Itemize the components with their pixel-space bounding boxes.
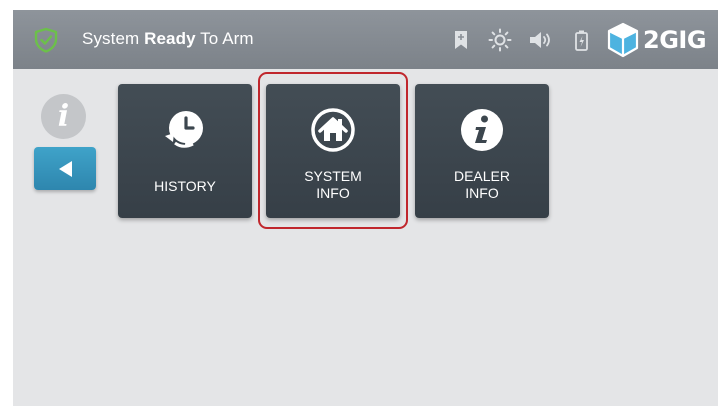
dealer-info-label-line1: DEALER xyxy=(453,168,511,184)
history-clock-icon xyxy=(165,111,203,148)
history-label: HISTORY xyxy=(154,178,216,194)
bookmark-icon[interactable] xyxy=(454,30,468,50)
panel-screen: System Ready To Arm 2GIG i HISTORY SYSTE… xyxy=(13,10,718,406)
status-suffix: To Arm xyxy=(195,29,254,48)
dealer-info-tile[interactable]: DEALER INFO xyxy=(415,84,549,218)
battery-icon xyxy=(575,30,588,51)
brand-logo: 2GIG xyxy=(606,22,707,58)
dealer-info-label-line2: INFO xyxy=(465,185,499,201)
2gig-cube-logo xyxy=(607,22,639,58)
history-tile[interactable]: HISTORY xyxy=(118,84,252,218)
system-status-text: System Ready To Arm xyxy=(82,29,254,49)
back-arrow-icon xyxy=(59,160,72,177)
help-info-icon[interactable]: i xyxy=(41,94,86,139)
info-icon xyxy=(461,109,503,151)
status-prefix: System xyxy=(82,29,145,48)
brightness-icon[interactable] xyxy=(488,28,512,52)
brand-name: 2GIG xyxy=(643,26,707,54)
selection-highlight xyxy=(258,72,408,229)
shield-check-icon xyxy=(34,27,58,53)
info-glyph: i xyxy=(57,99,70,134)
status-bar: System Ready To Arm 2GIG xyxy=(13,10,718,69)
volume-icon[interactable] xyxy=(528,30,552,50)
status-emphasis: Ready xyxy=(144,29,196,48)
back-button[interactable] xyxy=(34,147,96,190)
